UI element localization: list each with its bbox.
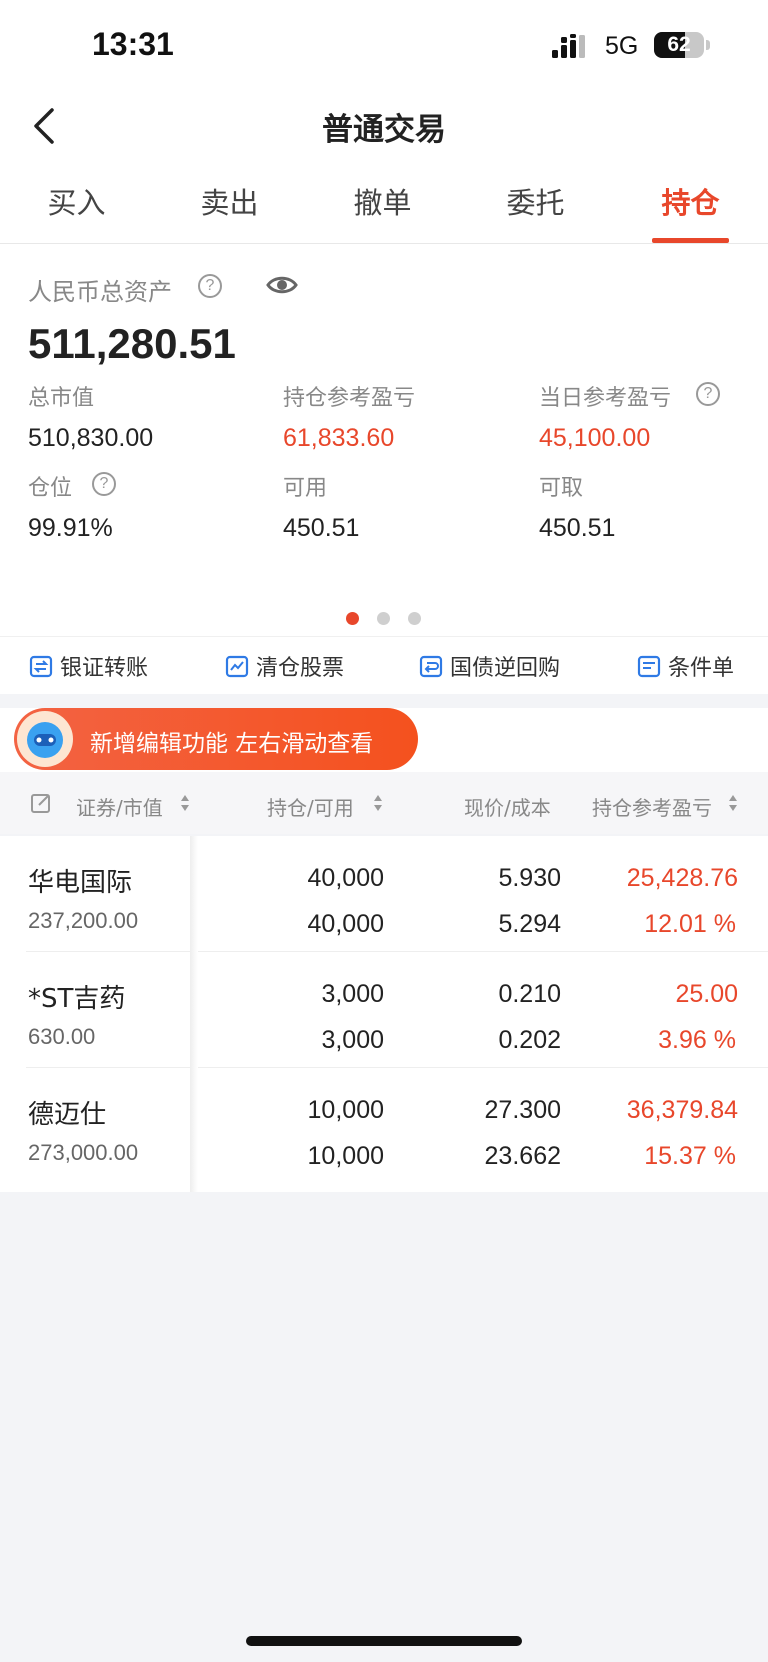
market-value: 510,830.00 (28, 424, 154, 452)
conditional-order-icon (637, 655, 661, 678)
current-price: 0.210 (498, 980, 561, 1008)
header-price: 现价/成本 (464, 796, 551, 820)
position-pl-value: 61,833.60 (283, 424, 395, 452)
frozen-column-shadow (190, 836, 198, 1192)
page-dot-1[interactable] (346, 612, 359, 625)
stock-market-value: 237,200.00 (28, 908, 139, 933)
withdrawable-value: 450.51 (539, 514, 616, 542)
available-qty: 40,000 (307, 910, 384, 938)
repo-icon (419, 655, 443, 678)
position-pl: 25,428.76 (626, 864, 738, 892)
tab-cancel[interactable]: 撤单 (306, 180, 459, 222)
position-pl-percent: 12.01 % (644, 910, 736, 938)
tab-positions[interactable]: 持仓 (614, 180, 767, 222)
holding-qty: 10,000 (307, 1096, 384, 1124)
stock-name: 华电国际 (28, 868, 133, 898)
trade-tabs: 买入 卖出 撤单 委托 持仓 (0, 162, 768, 244)
current-price: 5.930 (498, 864, 561, 892)
nav-bar: 普通交易 (0, 92, 768, 162)
stock-name: 德迈仕 (28, 1100, 107, 1130)
cost-price: 23.662 (484, 1142, 561, 1170)
promo-text: 新增编辑功能 左右滑动查看 (90, 731, 374, 757)
tab-sell[interactable]: 卖出 (153, 180, 306, 222)
status-bar: 13:31 5G 62 (0, 0, 768, 92)
header-position[interactable]: 持仓/可用 (267, 792, 354, 821)
battery-level: 62 (667, 33, 691, 56)
page-title: 普通交易 (322, 112, 446, 148)
position-ratio-value: 99.91% (28, 514, 113, 542)
withdrawable-label: 可取 (539, 476, 584, 501)
header-pl[interactable]: 持仓参考盈亏 (592, 792, 712, 821)
status-time: 13:31 (92, 26, 174, 62)
table-row[interactable]: *ST吉药 630.00 3,000 3,000 0.210 0.202 25.… (0, 952, 768, 1068)
table-row[interactable]: 德迈仕 273,000.00 10,000 10,000 27.300 23.6… (0, 1068, 768, 1184)
position-pl: 25.00 (675, 980, 738, 1008)
market-value-label: 总市值 (28, 386, 95, 411)
network-type: 5G (605, 32, 639, 60)
position-pl-percent: 15.37 % (644, 1142, 736, 1170)
available-label: 可用 (283, 476, 328, 501)
battery-icon: 62 (654, 32, 704, 58)
bank-transfer-button[interactable]: 银证转账 (28, 651, 148, 681)
home-indicator (246, 1636, 522, 1646)
tab-orders[interactable]: 委托 (459, 180, 612, 222)
bank-transfer-icon (29, 655, 53, 678)
signal-icon (552, 34, 585, 58)
cost-price: 5.294 (498, 910, 561, 938)
daily-pl-label: 当日参考盈亏 (539, 386, 672, 411)
tab-buy[interactable]: 买入 (0, 180, 153, 222)
mascot-icon (17, 711, 73, 767)
current-price: 27.300 (484, 1096, 561, 1124)
available-qty: 3,000 (321, 1026, 384, 1054)
active-tab-indicator (652, 238, 729, 243)
clear-stock-label: 清仓股票 (256, 656, 345, 681)
help-icon[interactable]: ? (92, 472, 116, 496)
holdings-table-header: 证券/市值 持仓/可用 现价/成本 持仓参考盈亏 (0, 772, 768, 834)
conditional-order-button[interactable]: 条件单 (636, 651, 734, 681)
position-pl: 36,379.84 (626, 1096, 738, 1124)
position-pl-percent: 3.96 % (658, 1026, 736, 1054)
page-dot-2[interactable] (377, 612, 390, 625)
assets-summary[interactable]: 人民币总资产 ? 511,280.51 总市值 510,830.00 持仓参考盈… (0, 244, 768, 636)
daily-pl-value: 45,100.00 (539, 424, 651, 452)
available-qty: 10,000 (307, 1142, 384, 1170)
holding-qty: 3,000 (321, 980, 384, 1008)
stock-market-value: 273,000.00 (28, 1140, 139, 1165)
clear-stock-icon (225, 655, 249, 678)
repo-button[interactable]: 国债逆回购 (418, 651, 560, 681)
quick-links: 银证转账 清仓股票 国债逆回购 条件单 (0, 636, 768, 694)
help-icon[interactable]: ? (696, 382, 720, 406)
page-dot-3[interactable] (408, 612, 421, 625)
sort-icon[interactable] (373, 794, 383, 812)
table-row[interactable]: 华电国际 237,200.00 40,000 40,000 5.930 5.29… (0, 836, 768, 952)
help-icon[interactable]: ? (198, 274, 222, 298)
repo-label: 国债逆回购 (450, 656, 561, 681)
battery-tip (706, 40, 710, 50)
stock-name: *ST吉药 (28, 984, 126, 1014)
eye-icon[interactable] (266, 274, 298, 296)
holdings-list: 华电国际 237,200.00 40,000 40,000 5.930 5.29… (0, 836, 768, 1192)
position-ratio-label: 仓位 (28, 476, 73, 501)
total-assets-label: 人民币总资产 (28, 278, 172, 306)
position-pl-label: 持仓参考盈亏 (283, 386, 416, 411)
cost-price: 0.202 (498, 1026, 561, 1054)
sort-icon[interactable] (728, 794, 738, 812)
header-security[interactable]: 证券/市值 (76, 792, 163, 821)
edit-icon[interactable] (30, 792, 52, 814)
available-value: 450.51 (283, 514, 360, 542)
bank-transfer-label: 银证转账 (60, 656, 149, 681)
clear-stock-button[interactable]: 清仓股票 (224, 651, 344, 681)
total-assets-value: 511,280.51 (28, 320, 236, 367)
stock-market-value: 630.00 (28, 1024, 96, 1049)
sort-icon[interactable] (180, 794, 190, 812)
conditional-order-label: 条件单 (668, 656, 735, 681)
holding-qty: 40,000 (307, 864, 384, 892)
